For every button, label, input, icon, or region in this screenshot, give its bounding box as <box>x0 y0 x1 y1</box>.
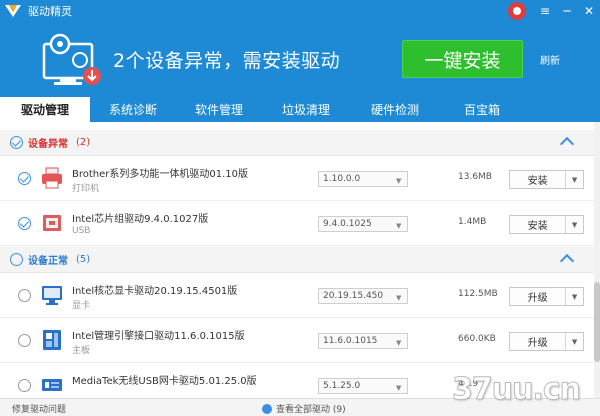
refresh-link[interactable]: 刷新 <box>540 52 560 67</box>
device-type: 打印机 <box>72 184 100 194</box>
table-row[interactable]: Intel管理引擎接口驱动11.6.0.1015版 主板 11.6.0.1015… <box>0 319 600 363</box>
group-title: 设备异常 <box>28 139 68 150</box>
tab-toolbox[interactable]: 百宝箱 <box>440 97 524 122</box>
row-checkbox[interactable] <box>18 379 31 392</box>
chevron-down-icon: ▼ <box>396 384 402 392</box>
version-select[interactable]: 9.4.0.1025 ▼ <box>318 216 408 232</box>
device-name: Intel管理引擎接口驱动11.6.0.1015版 <box>72 331 245 342</box>
fix-driver-issues-link[interactable]: 修复驱动问题 <box>12 402 66 415</box>
chevron-down-icon[interactable]: ▼ <box>566 216 583 233</box>
app-logo-icon <box>5 5 21 17</box>
scrollbar[interactable] <box>594 122 600 398</box>
version-value: 1.10.0.0 <box>323 174 361 184</box>
version-value: 20.19.15.450 <box>323 291 384 301</box>
row-checkbox[interactable] <box>18 217 31 230</box>
action-label[interactable]: 安装 <box>510 171 567 188</box>
chevron-down-icon: ▼ <box>396 339 402 347</box>
chevron-down-icon[interactable]: ▼ <box>566 288 583 305</box>
tab-software-management[interactable]: 软件管理 <box>176 97 262 122</box>
group-check-icon[interactable] <box>10 253 23 266</box>
version-select[interactable]: 1.10.0.0 ▼ <box>318 171 408 187</box>
device-name: Brother系列多功能一体机驱动01.10版 <box>72 169 249 180</box>
version-value: 5.1.25.0 <box>323 381 361 391</box>
device-type: 主板 <box>72 346 91 356</box>
scrollbar-thumb[interactable] <box>594 282 600 362</box>
device-name: MediaTek无线USB网卡驱动5.01.25.0版 <box>72 376 257 387</box>
tab-system-diagnosis[interactable]: 系统诊断 <box>90 97 176 122</box>
group-check-icon[interactable] <box>10 136 23 149</box>
header-banner: 2个设备异常，需安装驱动 一键安装 刷新 <box>0 22 600 97</box>
chevron-up-icon[interactable] <box>559 136 575 152</box>
chevron-down-icon: ▼ <box>396 294 402 302</box>
header-message: 2个设备异常，需安装驱动 <box>113 50 341 72</box>
install-button[interactable]: 安装 ▼ <box>509 170 584 189</box>
tab-junk-cleanup[interactable]: 垃圾清理 <box>262 97 350 122</box>
printer-icon <box>42 167 62 189</box>
chevron-down-icon: ▼ <box>396 222 402 230</box>
group-abnormal-devices[interactable]: 设备异常 (2) <box>0 130 600 156</box>
driver-list: 设备异常 (2) Brother系列多功能一体机驱动01.10版 打印机 1.1… <box>0 122 600 398</box>
upgrade-button[interactable]: 升级 ▼ <box>509 332 584 351</box>
action-label[interactable]: 升级 <box>510 288 567 305</box>
device-type: 显卡 <box>72 301 91 311</box>
chevron-down-icon[interactable]: ▼ <box>566 333 583 350</box>
one-click-install-button[interactable]: 一键安装 <box>402 40 523 78</box>
view-all-drivers-link[interactable]: 查看全部驱动 (9) <box>262 402 346 415</box>
row-checkbox[interactable] <box>18 334 31 347</box>
gear-monitor-icon <box>42 33 101 85</box>
chevron-down-icon: ▼ <box>396 177 402 185</box>
driver-size: 1.4MB <box>458 217 487 227</box>
row-checkbox[interactable] <box>18 289 31 302</box>
table-row[interactable]: Brother系列多功能一体机驱动01.10版 打印机 1.10.0.0 ▼ 1… <box>0 157 600 201</box>
chevron-down-icon[interactable]: ▼ <box>566 171 583 188</box>
action-label[interactable]: 安装 <box>510 216 567 233</box>
version-select[interactable]: 5.1.25.0 ▼ <box>318 378 408 394</box>
mainboard-icon <box>43 330 61 350</box>
watermark: 37uu.cn <box>452 372 582 408</box>
version-select[interactable]: 11.6.0.1015 ▼ <box>318 333 408 349</box>
network-card-icon <box>42 379 62 391</box>
app-title: 驱动精灵 <box>28 5 72 18</box>
menu-icon[interactable]: ≡ <box>534 0 556 22</box>
robot-avatar-icon[interactable] <box>508 2 526 20</box>
monitor-icon <box>42 286 62 305</box>
tab-hardware-detection[interactable]: 硬件检测 <box>350 97 440 122</box>
row-checkbox[interactable] <box>18 172 31 185</box>
usb-chip-icon <box>43 215 61 231</box>
driver-size: 13.6MB <box>458 172 492 182</box>
group-count: (5) <box>76 254 91 265</box>
minimize-icon[interactable]: ─ <box>556 0 578 22</box>
device-name: Intel核芯显卡驱动20.19.15.4501版 <box>72 286 238 297</box>
main-tabs: 驱动管理 系统诊断 软件管理 垃圾清理 硬件检测 百宝箱 <box>0 97 600 122</box>
group-count: (2) <box>76 137 91 148</box>
device-type: USB <box>72 226 91 236</box>
more-icon <box>262 403 272 414</box>
install-button[interactable]: 安装 ▼ <box>509 215 584 234</box>
title-bar: 驱动精灵 ≡ ─ ✕ <box>0 0 600 22</box>
tab-driver-management[interactable]: 驱动管理 <box>0 97 90 122</box>
action-label[interactable]: 升级 <box>510 333 567 350</box>
view-all-label: 查看全部驱动 (9) <box>276 405 346 415</box>
group-normal-devices[interactable]: 设备正常 (5) <box>0 247 600 273</box>
close-icon[interactable]: ✕ <box>578 0 600 22</box>
driver-size: 112.5MB <box>458 289 498 299</box>
version-select[interactable]: 20.19.15.450 ▼ <box>318 288 408 304</box>
driver-size: 660.0KB <box>458 334 496 344</box>
table-row[interactable]: Intel芯片组驱动9.4.0.1027版 USB 9.4.0.1025 ▼ 1… <box>0 202 600 246</box>
version-value: 9.4.0.1025 <box>323 219 372 229</box>
device-name: Intel芯片组驱动9.4.0.1027版 <box>72 214 209 225</box>
upgrade-button[interactable]: 升级 ▼ <box>509 287 584 306</box>
group-title: 设备正常 <box>28 256 68 267</box>
chevron-up-icon[interactable] <box>559 253 575 269</box>
table-row[interactable]: Intel核芯显卡驱动20.19.15.4501版 显卡 20.19.15.45… <box>0 274 600 318</box>
version-value: 11.6.0.1015 <box>323 336 378 346</box>
